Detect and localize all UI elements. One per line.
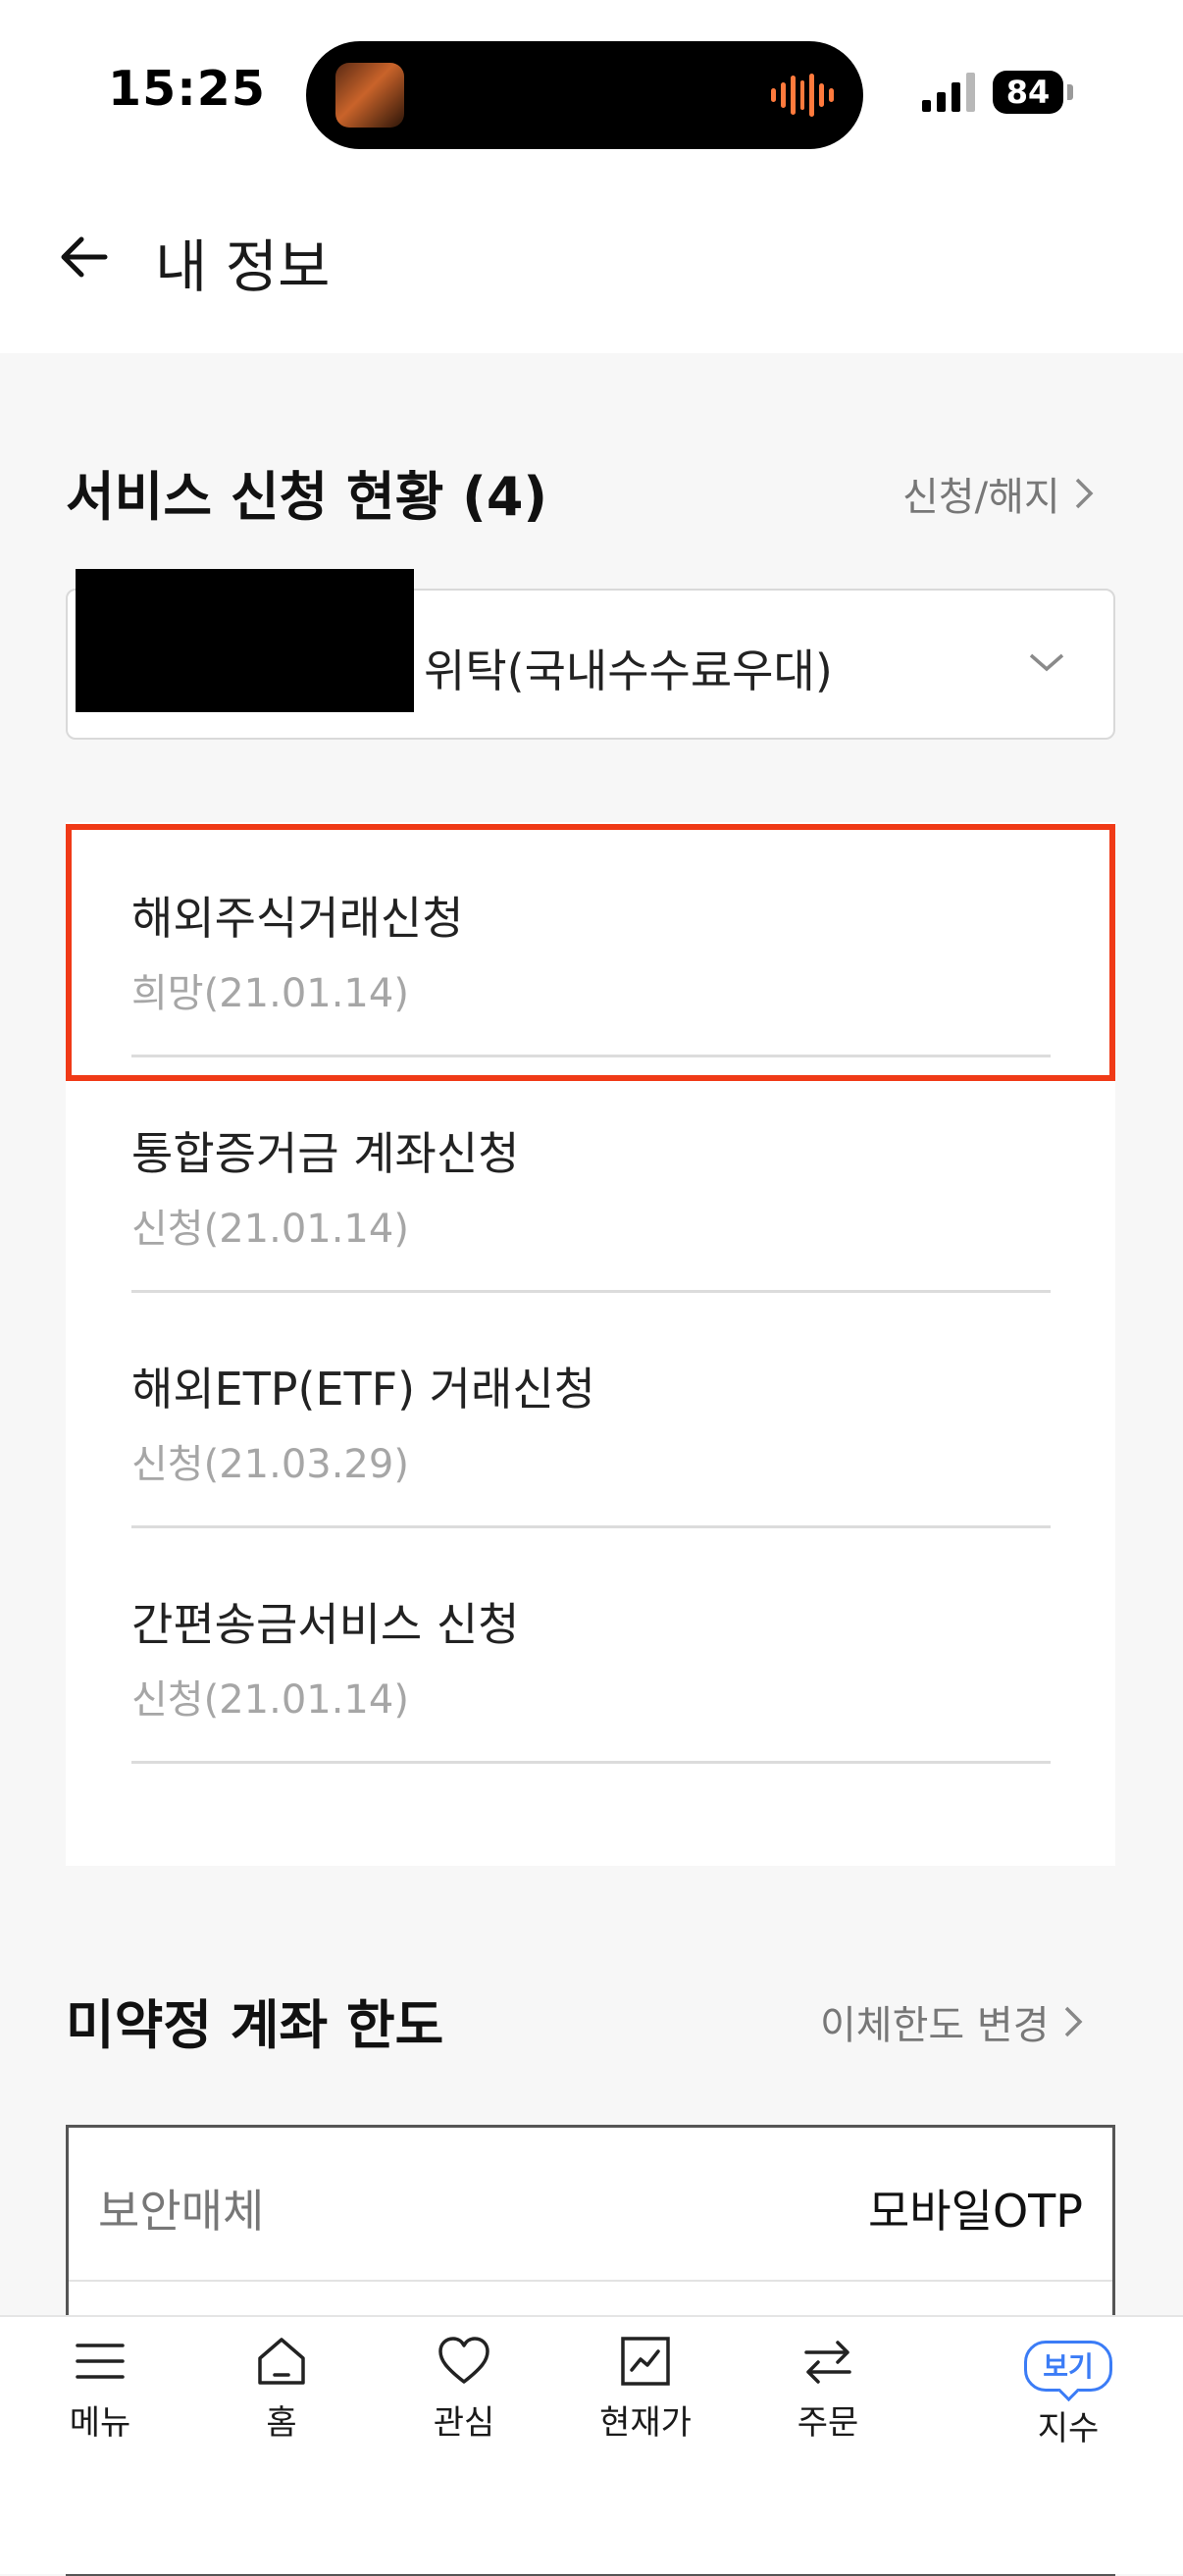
chevron-right-icon xyxy=(1064,2006,1082,2037)
now-playing-artwork xyxy=(335,63,404,128)
dynamic-island[interactable] xyxy=(306,41,863,149)
row-divider xyxy=(69,2280,1112,2282)
chart-icon xyxy=(621,2337,670,2386)
security-medium-label: 보안매체 xyxy=(98,2185,265,2238)
apply-cancel-label: 신청/해지 xyxy=(902,475,1060,520)
limit-section-title: 미약정 계좌 한도 xyxy=(66,1994,444,2056)
tab-index[interactable]: 보기 지수 xyxy=(1004,2335,1132,2449)
tab-label: 메뉴 xyxy=(69,2403,131,2443)
service-status: 신청(21.03.29) xyxy=(131,1442,409,1487)
highlight-box xyxy=(66,824,1115,1081)
transfer-limit-change-link[interactable]: 이체한도 변경 xyxy=(820,1993,1083,2050)
back-arrow-icon[interactable] xyxy=(54,228,113,286)
transfer-limit-change-label: 이체한도 변경 xyxy=(820,2003,1050,2048)
service-title: 해외ETP(ETF) 거래신청 xyxy=(131,1363,595,1416)
heart-icon xyxy=(438,2337,489,2384)
redacted-account-number xyxy=(76,569,414,712)
battery-tip xyxy=(1067,84,1073,100)
tab-label: 홈 xyxy=(266,2403,297,2443)
tab-label: 주문 xyxy=(797,2403,859,2443)
chevron-down-icon[interactable] xyxy=(1025,647,1068,677)
tab-order[interactable]: 주문 xyxy=(764,2335,892,2444)
list-item[interactable]: 간편송금서비스 신청 신청(21.01.14) xyxy=(131,1528,1051,1764)
tab-label: 지수 xyxy=(1037,2409,1100,2448)
tab-favorites[interactable]: 관심 xyxy=(400,2335,528,2444)
menu-icon xyxy=(76,2344,125,2379)
service-title: 통합증거금 계좌신청 xyxy=(131,1127,520,1180)
view-badge: 보기 xyxy=(1024,2341,1112,2392)
cellular-signal-icon xyxy=(922,71,975,112)
status-time: 15:25 xyxy=(108,61,266,117)
account-type: 위탁(국내수수료우대) xyxy=(424,644,833,697)
tab-home[interactable]: 홈 xyxy=(218,2335,345,2444)
list-item[interactable]: 통합증거금 계좌신청 신청(21.01.14) xyxy=(131,1057,1051,1293)
audio-waveform-icon xyxy=(771,71,835,120)
chevron-right-icon xyxy=(1075,478,1094,509)
tab-label: 현재가 xyxy=(599,2403,692,2443)
service-title: 간편송금서비스 신청 xyxy=(131,1598,520,1651)
tab-label: 관심 xyxy=(433,2403,495,2443)
battery-icon: 84 xyxy=(993,71,1063,114)
service-section-title: 서비스 신청 현황 (4) xyxy=(66,466,548,528)
list-item[interactable]: 해외ETP(ETF) 거래신청 신청(21.03.29) xyxy=(131,1293,1051,1528)
apply-cancel-link[interactable]: 신청/해지 xyxy=(902,465,1094,522)
page-title: 내 정보 xyxy=(155,233,331,300)
tab-current-price[interactable]: 현재가 xyxy=(582,2335,709,2444)
security-medium-value: 모바일OTP xyxy=(867,2185,1083,2238)
exchange-icon xyxy=(804,2341,851,2384)
service-status: 신청(21.01.14) xyxy=(131,1207,409,1252)
tab-menu[interactable]: 메뉴 xyxy=(36,2335,164,2444)
service-status: 신청(21.01.14) xyxy=(131,1677,409,1723)
home-icon xyxy=(258,2338,305,2385)
